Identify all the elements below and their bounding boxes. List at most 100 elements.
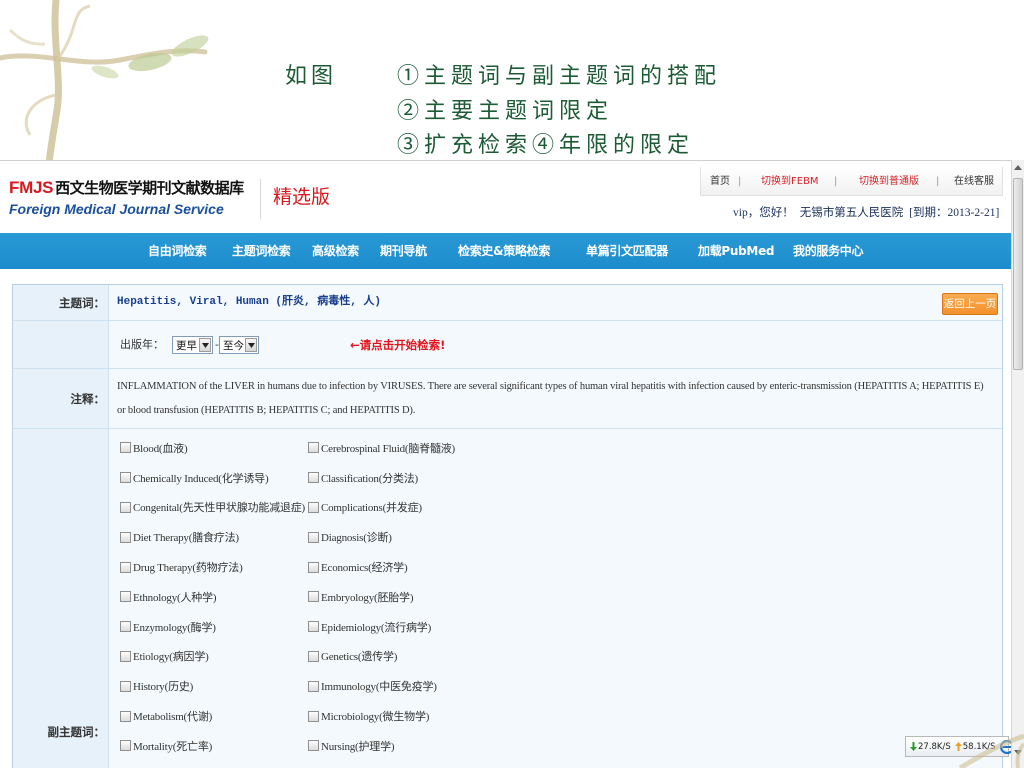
subheading-label: Epidemiology(流行病学) xyxy=(321,621,432,634)
subheading-option[interactable]: Genetics(遗传学) xyxy=(308,642,496,672)
subject-term-label: 主题词： xyxy=(13,285,109,320)
subheading-option[interactable]: Epidemiology(流行病学) xyxy=(308,612,496,642)
nav-history-strategy-search[interactable]: 检索史&策略检索 xyxy=(458,233,550,269)
subheading-label: Blood(血液) xyxy=(133,442,188,455)
user-info: vip，您好！ 无锡市第五人民医院 [到期：2013-2-21] xyxy=(733,205,999,221)
subheading-column-right: Cerebrospinal Fluid(脑脊髓液) Classification(… xyxy=(308,433,496,761)
subheading-option[interactable]: History(历史) xyxy=(120,671,308,701)
checkbox[interactable] xyxy=(308,501,319,513)
year-from-select[interactable]: 更早 xyxy=(172,336,213,354)
slide-caption-points: ①主题词与副主题词的搭配 ②主要主题词限定 ③扩充检索④年限的限定 xyxy=(397,60,721,164)
arrow-up-icon xyxy=(954,742,962,751)
online-support-link[interactable]: 在线客服 xyxy=(954,175,994,189)
nav-load-pubmed[interactable]: 加载PubMed xyxy=(698,233,775,269)
subheading-option[interactable]: Congenital(先天性甲状腺功能减退症) xyxy=(120,493,308,523)
subheading-label: Mortality(死亡率) xyxy=(133,740,213,753)
chevron-down-icon[interactable] xyxy=(199,338,211,352)
subheading-label: Ethnology(人种学) xyxy=(133,591,217,604)
subheadings-row: 副主题词： Blood(血液) Chemically Induced(化学诱导) C… xyxy=(13,429,1002,768)
upload-speed: 58.1K/S xyxy=(962,741,996,752)
subheading-option[interactable]: Nursing(护理学) xyxy=(308,731,496,761)
checkbox[interactable] xyxy=(120,710,131,722)
subheadings-label: 副主题词： xyxy=(47,725,106,739)
nav-subject-search[interactable]: 主题词检索 xyxy=(232,233,291,269)
checkbox[interactable] xyxy=(120,650,131,662)
subscription-expiry: [到期：2013-2-21] xyxy=(909,207,1000,219)
subheading-option[interactable]: Mortality(死亡率) xyxy=(120,731,308,761)
nav-my-service-center[interactable]: 我的服务中心 xyxy=(793,233,864,269)
checkbox[interactable] xyxy=(120,472,131,484)
checkbox[interactable] xyxy=(308,710,319,722)
checkbox[interactable] xyxy=(308,680,319,692)
nav-journal-browse[interactable]: 期刊导航 xyxy=(380,233,427,269)
subheading-option[interactable]: Enzymology(酶学) xyxy=(120,612,308,642)
checkbox[interactable] xyxy=(120,621,131,633)
checkbox[interactable] xyxy=(308,740,319,752)
logo-english-name: Foreign Medical Journal Service xyxy=(9,201,224,217)
scroll-up-arrow-icon[interactable] xyxy=(1013,162,1023,174)
checkbox[interactable] xyxy=(120,442,131,454)
subheading-option[interactable]: Metabolism(代谢) xyxy=(120,701,308,731)
subheading-label: Embryology(胚胎学) xyxy=(321,591,414,604)
year-to-value: 至今 xyxy=(223,339,244,352)
checkbox[interactable] xyxy=(308,650,319,662)
subheading-option[interactable]: Chemically Induced(化学诱导) xyxy=(120,463,308,493)
subheading-option[interactable]: Etiology(病因学) xyxy=(120,642,308,672)
scroll-down-arrow-icon[interactable] xyxy=(1013,746,1023,758)
checkbox[interactable] xyxy=(120,501,131,513)
back-button[interactable]: 返回上一页 xyxy=(942,293,998,315)
vertical-scrollbar[interactable] xyxy=(1011,160,1024,768)
checkbox[interactable] xyxy=(308,591,319,603)
subheading-option[interactable]: Complications(并发症) xyxy=(308,493,496,523)
year-from-value: 更早 xyxy=(176,339,197,352)
edition-label: 精选版 xyxy=(273,186,331,208)
subheading-option[interactable]: Classification(分类法) xyxy=(308,463,496,493)
switch-febm-link[interactable]: 切换到FEBM xyxy=(761,175,819,189)
subheading-label: Diet Therapy(膳食疗法) xyxy=(133,532,239,545)
checkbox[interactable] xyxy=(308,531,319,543)
checkbox[interactable] xyxy=(120,531,131,543)
ie-icon[interactable] xyxy=(999,739,1011,754)
scope-note-label: 注释： xyxy=(13,369,109,428)
scrollbar-thumb[interactable] xyxy=(1013,178,1023,370)
subheading-option[interactable]: Microbiology(微生物学) xyxy=(308,701,496,731)
subheading-option[interactable]: Embryology(胚胎学) xyxy=(308,582,496,612)
checkbox[interactable] xyxy=(308,561,319,573)
subheadings-label-cell: 副主题词： xyxy=(13,429,109,768)
row-label-empty xyxy=(13,321,109,368)
checkbox[interactable] xyxy=(120,680,131,692)
nav-free-text-search[interactable]: 自由词检索 xyxy=(148,233,207,269)
network-speed-indicator: 27.8K/S 58.1K/S xyxy=(905,736,1011,757)
subheading-option[interactable]: Diet Therapy(膳食疗法) xyxy=(120,522,308,552)
checkbox[interactable] xyxy=(120,740,131,752)
subheading-label: Classification(分类法) xyxy=(321,472,419,485)
publication-year-label: 出版年： xyxy=(120,338,164,351)
subheading-option[interactable]: Immunology(中医免疫学) xyxy=(308,671,496,701)
download-speed: 27.8K/S xyxy=(918,741,951,752)
subheading-label: Etiology(病因学) xyxy=(133,651,209,664)
switch-normal-edition-link[interactable]: 切换到普通版 xyxy=(859,175,919,189)
year-to-select[interactable]: 至今 xyxy=(219,336,259,354)
subheading-option[interactable]: Blood(血液) xyxy=(120,433,308,463)
nav-citation-matcher[interactable]: 单篇引文匹配器 xyxy=(586,233,668,269)
link-separator: | xyxy=(738,176,742,187)
checkbox[interactable] xyxy=(308,442,319,454)
subheading-option[interactable]: Economics(经济学) xyxy=(308,552,496,582)
subheading-label: Economics(经济学) xyxy=(321,562,408,575)
browser-screenshot: FMJS 西文生物医学期刊文献数据库 Foreign Medical Journa… xyxy=(0,160,1011,768)
site-logo[interactable]: FMJS 西文生物医学期刊文献数据库 xyxy=(9,177,244,198)
subheading-label: Congenital(先天性甲状腺功能减退症) xyxy=(133,502,305,515)
home-link[interactable]: 首页 xyxy=(710,175,730,189)
subheading-option[interactable]: Diagnosis(诊断) xyxy=(308,522,496,552)
subheading-label: Chemically Induced(化学诱导) xyxy=(133,472,269,485)
nav-advanced-search[interactable]: 高级检索 xyxy=(312,233,359,269)
checkbox[interactable] xyxy=(120,561,131,573)
checkbox[interactable] xyxy=(308,472,319,484)
checkbox[interactable] xyxy=(308,621,319,633)
subheading-option[interactable]: Drug Therapy(药物疗法) xyxy=(120,552,308,582)
subheading-option[interactable]: Cerebrospinal Fluid(脑脊髓液) xyxy=(308,433,496,463)
start-search-hint[interactable]: ←请点击开始检索! xyxy=(350,336,445,354)
subheading-option[interactable]: Ethnology(人种学) xyxy=(120,582,308,612)
checkbox[interactable] xyxy=(120,591,131,603)
chevron-down-icon[interactable] xyxy=(245,338,257,352)
